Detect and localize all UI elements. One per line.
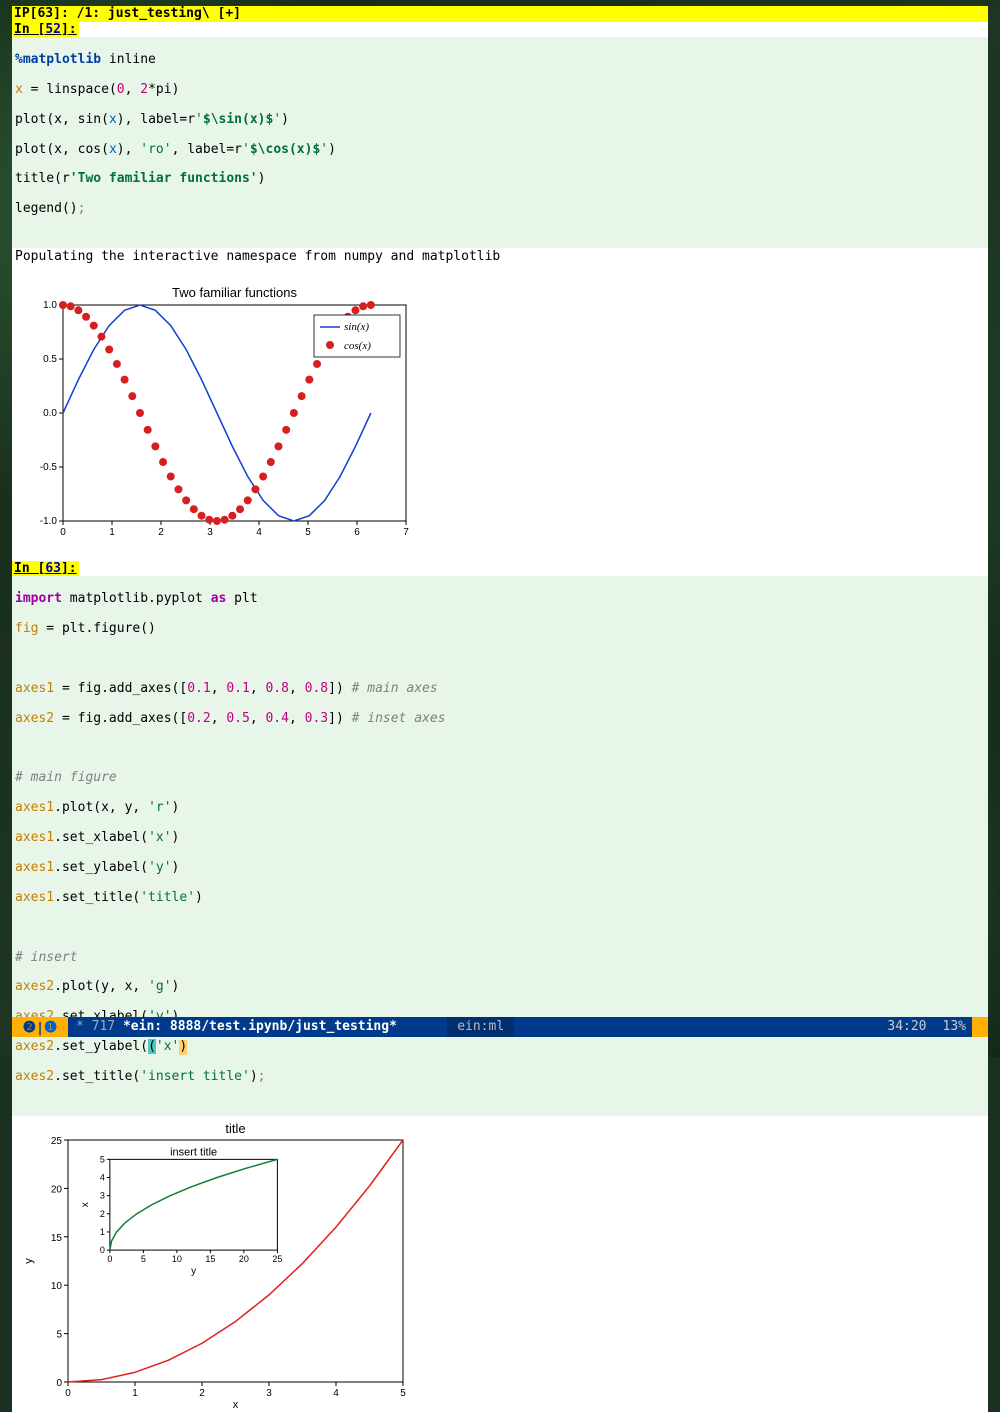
svg-text:sin(x): sin(x)	[344, 321, 369, 333]
svg-text:10: 10	[51, 1281, 63, 1292]
svg-text:0: 0	[65, 1388, 71, 1399]
svg-text:title: title	[225, 1121, 245, 1136]
svg-text:-1.0: -1.0	[40, 516, 58, 527]
svg-text:25: 25	[272, 1254, 282, 1264]
svg-text:5: 5	[305, 527, 311, 538]
svg-text:1: 1	[132, 1388, 138, 1399]
svg-text:x: x	[80, 1202, 91, 1207]
mode-line: ❷|❶ * 717 *ein: 8888/test.ipynb/just_tes…	[12, 1017, 988, 1037]
svg-text:Two familiar functions: Two familiar functions	[172, 285, 297, 300]
svg-text:5: 5	[141, 1254, 146, 1264]
major-mode: ein:ml	[447, 1017, 514, 1037]
svg-text:25: 25	[51, 1136, 63, 1147]
notebook-buffer[interactable]: In [52]: %matplotlib inline x = linspace…	[12, 22, 988, 1412]
svg-text:3: 3	[266, 1388, 272, 1399]
svg-text:20: 20	[51, 1184, 63, 1195]
svg-text:5: 5	[56, 1329, 62, 1340]
svg-text:0: 0	[56, 1378, 62, 1389]
svg-text:2: 2	[158, 527, 164, 538]
title-bar: IP[63]: /1: just_testing\ [+]	[12, 6, 988, 22]
inset-plot: title 0 5 10 15 20 25 0 1 2 3 4 5 x y insert title 0 1 2 3 4…	[18, 1120, 418, 1412]
cell-prompt-52: In [52]:	[12, 22, 79, 37]
sin-cos-plot: Two familiar functions -1.0 -0.5 0.0 0.5 1.0 0…	[18, 283, 414, 543]
plot-output-52: Two familiar functions -1.0 -0.5 0.0 0.5 1.0 0…	[14, 279, 988, 547]
svg-text:4: 4	[256, 527, 262, 538]
svg-text:20: 20	[239, 1254, 249, 1264]
svg-text:-0.5: -0.5	[40, 462, 58, 473]
svg-text:cos(x): cos(x)	[344, 340, 371, 352]
svg-text:6: 6	[354, 527, 360, 538]
svg-text:5: 5	[400, 1388, 406, 1399]
svg-text:2: 2	[100, 1209, 105, 1219]
editor-window: IP[63]: /1: just_testing\ [+] In [52]: %…	[12, 6, 988, 1037]
svg-text:0.0: 0.0	[43, 408, 57, 419]
workspace-indicator: ❷|❶	[12, 1017, 68, 1037]
svg-text:0: 0	[60, 527, 66, 538]
code-cell-52[interactable]: %matplotlib inline x = linspace(0, 2*pi)…	[12, 37, 988, 248]
svg-text:10: 10	[172, 1254, 182, 1264]
text-cursor: )	[179, 1040, 187, 1055]
plot-output-63: title 0 5 10 15 20 25 0 1 2 3 4 5 x y insert title 0 1 2 3 4…	[14, 1116, 988, 1412]
buffer-name: *ein: 8888/test.ipynb/just_testing*	[123, 1019, 397, 1034]
svg-text:x: x	[233, 1399, 239, 1411]
svg-text:1: 1	[100, 1227, 105, 1237]
svg-text:y: y	[23, 1258, 35, 1264]
svg-text:3: 3	[207, 527, 213, 538]
svg-text:15: 15	[51, 1233, 63, 1244]
cursor-pos: 34:20	[877, 1017, 936, 1037]
svg-text:7: 7	[403, 527, 409, 538]
cell-prompt-63: In [63]:	[12, 561, 79, 576]
svg-text:4: 4	[100, 1172, 105, 1182]
svg-text:0.5: 0.5	[43, 354, 57, 365]
output-text-52: Populating the interactive namespace fro…	[12, 248, 988, 265]
svg-text:y: y	[191, 1266, 196, 1277]
svg-text:insert title: insert title	[170, 1146, 217, 1158]
svg-text:0: 0	[107, 1254, 112, 1264]
svg-text:0: 0	[100, 1245, 105, 1255]
svg-text:15: 15	[205, 1254, 215, 1264]
scroll-pct: 13%	[937, 1017, 972, 1037]
svg-text:2: 2	[199, 1388, 205, 1399]
svg-text:1: 1	[109, 527, 115, 538]
svg-text:5: 5	[100, 1154, 105, 1164]
svg-text:4: 4	[333, 1388, 339, 1399]
svg-text:1.0: 1.0	[43, 300, 57, 311]
svg-text:3: 3	[100, 1191, 105, 1201]
